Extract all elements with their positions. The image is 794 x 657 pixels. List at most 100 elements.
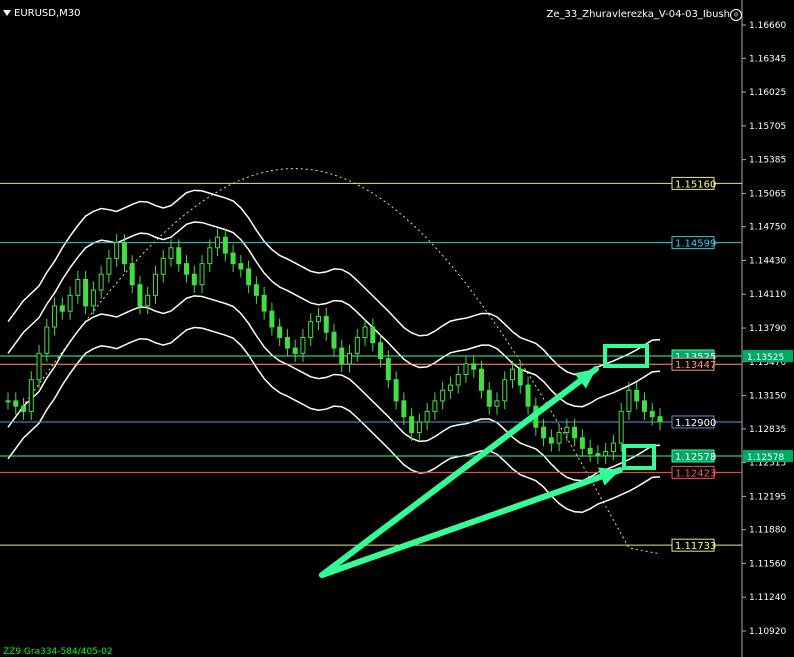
candle-body bbox=[230, 252, 236, 265]
symbol-label: EURUSD,M30 bbox=[14, 8, 81, 19]
candle-body bbox=[59, 305, 65, 312]
candle-body bbox=[152, 273, 158, 296]
price-tick-label: 1.14430 bbox=[749, 256, 786, 266]
candle-body bbox=[424, 410, 430, 423]
price-tick-label: 1.15385 bbox=[749, 156, 786, 166]
candle-body bbox=[83, 278, 89, 307]
candle-body bbox=[587, 447, 593, 455]
candle-body bbox=[440, 389, 446, 402]
candle-body bbox=[121, 242, 127, 265]
axis-price-tag-label: 1.12578 bbox=[747, 453, 784, 463]
price-tick-label: 1.10920 bbox=[749, 627, 786, 637]
level-label: 1.15160 bbox=[675, 179, 716, 190]
candle-body bbox=[362, 326, 368, 339]
candle-body bbox=[315, 315, 321, 323]
candle-body bbox=[463, 363, 469, 375]
candle-body bbox=[308, 321, 314, 339]
candle-body bbox=[579, 437, 585, 449]
candle-body bbox=[114, 242, 120, 259]
candle-body bbox=[277, 326, 283, 339]
candle-body bbox=[634, 389, 640, 402]
candle-body bbox=[323, 315, 329, 333]
candle-body bbox=[98, 273, 104, 291]
candle-body bbox=[253, 284, 259, 296]
candle-body bbox=[199, 263, 205, 286]
candle-body bbox=[145, 294, 151, 307]
level-label: 1.12900 bbox=[675, 418, 716, 429]
candle-body bbox=[610, 442, 616, 453]
candle-body bbox=[541, 426, 547, 439]
level-label: 1.11733 bbox=[675, 541, 716, 552]
level-label: 1.13447 bbox=[675, 360, 716, 371]
price-tick-label: 1.15065 bbox=[749, 189, 786, 199]
expert-advisor-label: Ze_33_Zhuravlerezka_V-04-03_Ibush bbox=[546, 9, 730, 20]
candle-body bbox=[618, 410, 624, 444]
candle-body bbox=[603, 451, 609, 457]
footer-text: ZZ9 Gra334-584/405-02 bbox=[3, 647, 113, 657]
candle-body bbox=[641, 400, 647, 412]
candle-body bbox=[447, 384, 453, 391]
candle-body bbox=[525, 384, 531, 407]
candle-body bbox=[168, 247, 174, 259]
candle-body bbox=[300, 337, 306, 354]
price-tick-label: 1.14110 bbox=[749, 290, 786, 300]
price-tick-label: 1.11560 bbox=[749, 559, 786, 569]
price-tick-label: 1.14750 bbox=[749, 223, 786, 233]
candle-body bbox=[269, 310, 275, 328]
candle-body bbox=[478, 368, 484, 391]
candle-body bbox=[370, 326, 376, 344]
price-tick-label: 1.12835 bbox=[749, 425, 786, 435]
candle-body bbox=[292, 347, 298, 354]
price-tick-label: 1.12195 bbox=[749, 492, 786, 502]
candle-body bbox=[455, 373, 461, 386]
candle-body bbox=[385, 358, 391, 381]
candle-body bbox=[393, 379, 399, 402]
candle-body bbox=[67, 294, 73, 312]
candle-body bbox=[548, 437, 554, 444]
candle-body bbox=[409, 416, 415, 434]
candle-body bbox=[416, 421, 422, 434]
candle-body bbox=[517, 368, 523, 386]
candle-body bbox=[471, 363, 477, 370]
price-tick-label: 1.11880 bbox=[749, 526, 786, 536]
candle-body bbox=[401, 400, 407, 418]
candle-body bbox=[432, 400, 438, 412]
smiley-icon: ☺ bbox=[730, 9, 742, 21]
candle-body bbox=[191, 273, 197, 286]
candle-body bbox=[564, 426, 570, 434]
candle-body bbox=[246, 268, 252, 286]
level-label: 1.14599 bbox=[675, 239, 716, 250]
candle-body bbox=[176, 247, 182, 265]
candle-body bbox=[284, 337, 290, 349]
candle-body bbox=[339, 347, 345, 365]
candle-body bbox=[52, 305, 58, 328]
candle-body bbox=[184, 263, 190, 275]
level-label: 1.12578 bbox=[675, 452, 716, 463]
candle-body bbox=[486, 389, 492, 407]
candle-body bbox=[28, 379, 34, 412]
candle-body bbox=[572, 426, 578, 439]
candle-body bbox=[222, 236, 228, 254]
candle-body bbox=[137, 284, 143, 307]
candle-body bbox=[75, 278, 81, 296]
price-tick-label: 1.13790 bbox=[749, 324, 786, 334]
candle-body bbox=[595, 453, 601, 457]
price-tick-label: 1.16345 bbox=[749, 54, 786, 64]
price-tick-label: 1.11240 bbox=[749, 593, 786, 603]
price-tick-label: 1.16025 bbox=[749, 88, 786, 98]
candle-body bbox=[238, 263, 244, 270]
candle-body bbox=[129, 263, 135, 286]
candle-body bbox=[261, 294, 267, 312]
candle-body bbox=[494, 400, 500, 407]
candle-body bbox=[502, 379, 508, 402]
price-chart[interactable]: 1.16660 1.16345 1.16025 1.15705 1.15385 1.150… bbox=[0, 0, 794, 657]
level-label: 1.12423 bbox=[675, 468, 716, 479]
candle-body bbox=[347, 352, 353, 365]
candle-body bbox=[207, 247, 213, 265]
axis-price-tag-label: 1.13525 bbox=[747, 353, 784, 363]
candle-body bbox=[90, 289, 96, 307]
candle-body bbox=[160, 257, 166, 275]
candle-body bbox=[44, 326, 50, 354]
price-tick-label: 1.15705 bbox=[749, 122, 786, 132]
candle-body bbox=[215, 236, 221, 249]
